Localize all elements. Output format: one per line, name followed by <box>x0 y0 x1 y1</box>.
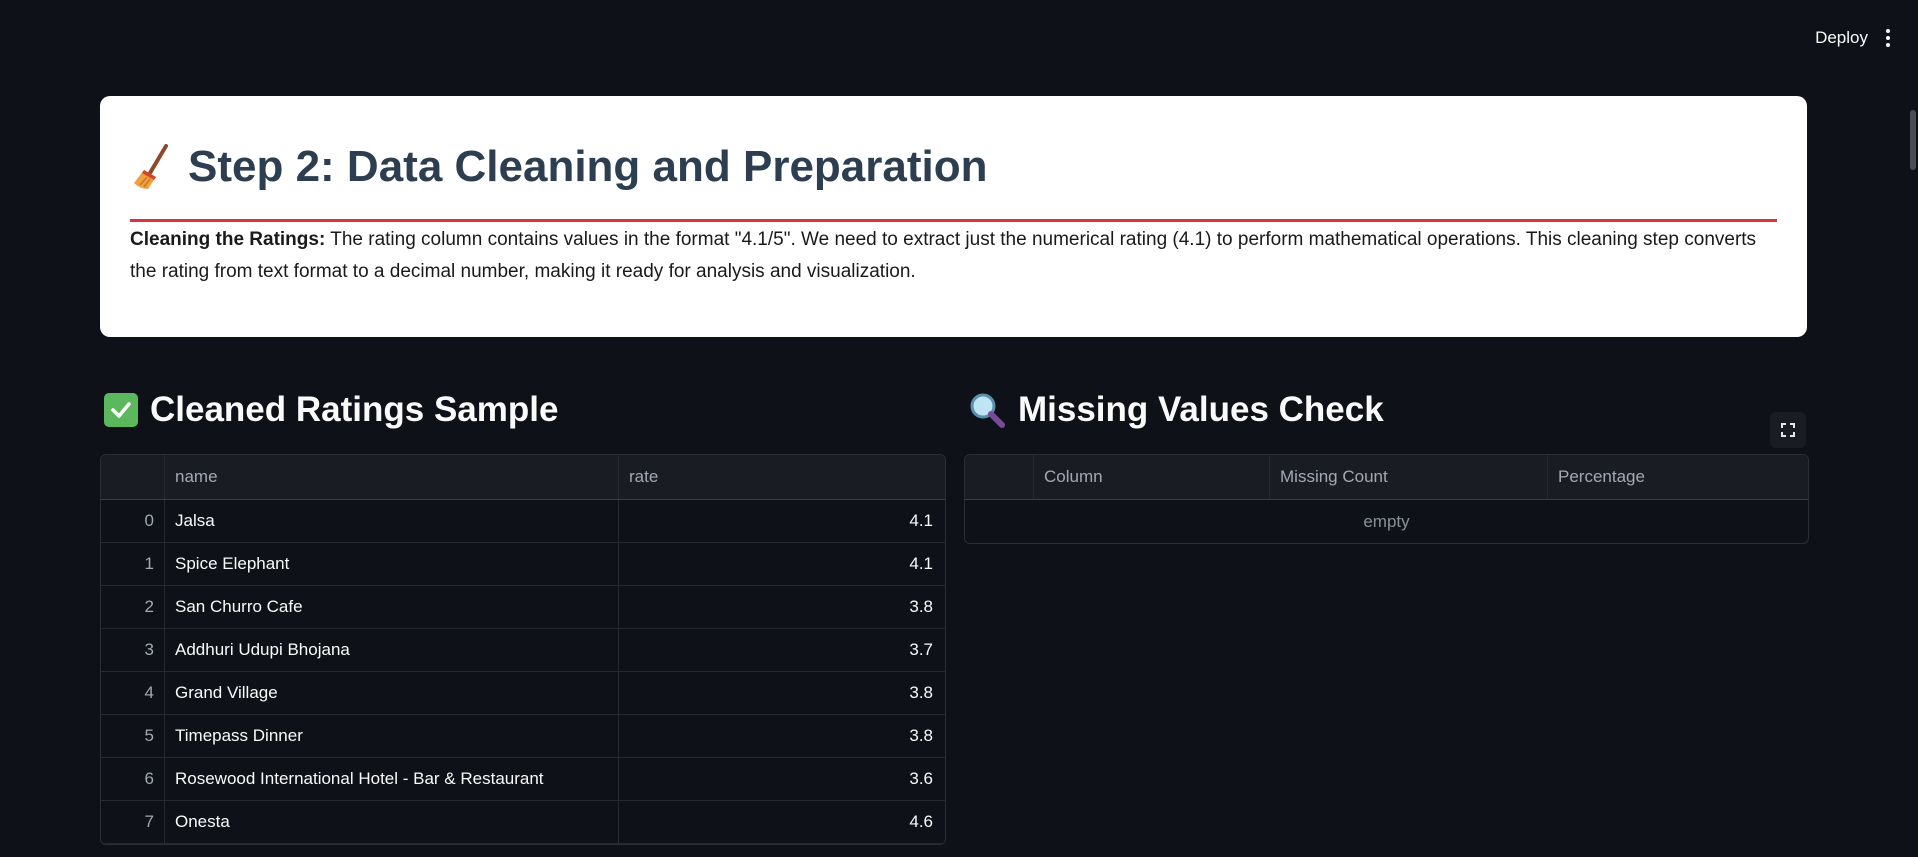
description-bold-label: Cleaning the Ratings: <box>130 229 326 250</box>
more-options-icon[interactable] <box>1880 26 1896 50</box>
empty-table-label: empty <box>1363 511 1410 531</box>
missing-count-header[interactable]: Missing Count <box>1270 455 1548 499</box>
restaurant-name-cell[interactable]: Addhuri Udupi Bhojana <box>165 629 619 671</box>
rate-cell[interactable]: 3.8 <box>619 586 943 628</box>
table-body: 0 Jalsa 4.1 1 Spice Elephant 4.1 2 San Churro C… <box>101 500 945 844</box>
row-index[interactable]: 0 <box>101 500 165 542</box>
percentage-header[interactable]: Percentage <box>1548 455 1806 499</box>
rate-cell[interactable]: 3.8 <box>619 715 943 757</box>
magnifier-icon <box>970 393 1005 428</box>
index-header <box>965 455 1034 499</box>
table-row[interactable]: 2 San Churro Cafe 3.8 <box>101 586 945 629</box>
row-index[interactable]: 2 <box>101 586 165 628</box>
table-row[interactable]: 6 Rosewood International Hotel - Bar & Re… <box>101 758 945 801</box>
page-scrollbar[interactable] <box>1910 110 1916 170</box>
missing-values-title-text: Missing Values Check <box>1018 390 1384 429</box>
restaurant-name-cell[interactable]: Spice Elephant <box>165 543 619 585</box>
column-header[interactable]: Column <box>1034 455 1270 499</box>
title-underline <box>130 219 1777 222</box>
table-header-row: Column Missing Count Percentage <box>965 455 1808 500</box>
table-row[interactable]: 5 Timepass Dinner 3.8 <box>101 715 945 758</box>
rate-cell[interactable]: 4.1 <box>619 500 943 542</box>
page-title: Step 2: Data Cleaning and Preparation <box>130 142 988 192</box>
table-row[interactable]: 1 Spice Elephant 4.1 <box>101 543 945 586</box>
broom-icon <box>134 144 168 189</box>
row-index[interactable]: 1 <box>101 543 165 585</box>
row-index[interactable]: 5 <box>101 715 165 757</box>
index-header <box>101 455 165 499</box>
fullscreen-icon[interactable] <box>1770 412 1806 448</box>
rate-header[interactable]: rate <box>619 455 943 499</box>
step-header-card: Step 2: Data Cleaning and Preparation Cl… <box>100 96 1807 337</box>
top-toolbar: Deploy <box>0 0 1918 76</box>
rate-cell[interactable]: 3.8 <box>619 672 943 714</box>
name-header[interactable]: name <box>165 455 619 499</box>
restaurant-name-cell[interactable]: Jalsa <box>165 500 619 542</box>
restaurant-name-cell[interactable]: San Churro Cafe <box>165 586 619 628</box>
cleaned-ratings-title-text: Cleaned Ratings Sample <box>150 390 559 429</box>
check-mark-icon <box>104 393 138 427</box>
cleaned-ratings-table[interactable]: name rate 0 Jalsa 4.1 1 Spice Elephant 4.1 2 Sa… <box>100 454 946 845</box>
rate-cell[interactable]: 3.6 <box>619 758 943 800</box>
table-row[interactable]: 4 Grand Village 3.8 <box>101 672 945 715</box>
cleaned-ratings-title: Cleaned Ratings Sample <box>104 390 558 430</box>
restaurant-name-cell[interactable]: Grand Village <box>165 672 619 714</box>
restaurant-name-cell[interactable]: Timepass Dinner <box>165 715 619 757</box>
row-index[interactable]: 6 <box>101 758 165 800</box>
missing-values-table[interactable]: Column Missing Count Percentage empty <box>964 454 1809 544</box>
table-header-row: name rate <box>101 455 945 500</box>
cleaning-description: Cleaning the Ratings: The rating column … <box>130 224 1777 288</box>
table-row[interactable]: 7 Onesta 4.6 <box>101 801 945 844</box>
row-index[interactable]: 4 <box>101 672 165 714</box>
page-title-text: Step 2: Data Cleaning and Preparation <box>188 142 988 191</box>
table-row[interactable]: 0 Jalsa 4.1 <box>101 500 945 543</box>
rate-cell[interactable]: 4.1 <box>619 543 943 585</box>
restaurant-name-cell[interactable]: Rosewood International Hotel - Bar & Res… <box>165 758 619 800</box>
deploy-button[interactable]: Deploy <box>1815 24 1868 52</box>
rate-cell[interactable]: 4.6 <box>619 801 943 843</box>
missing-values-title: Missing Values Check <box>968 390 1384 430</box>
row-index[interactable]: 7 <box>101 801 165 843</box>
row-index[interactable]: 3 <box>101 629 165 671</box>
restaurant-name-cell[interactable]: Onesta <box>165 801 619 843</box>
description-text: The rating column contains values in the… <box>130 229 1757 282</box>
rate-cell[interactable]: 3.7 <box>619 629 943 671</box>
table-row[interactable]: 3 Addhuri Udupi Bhojana 3.7 <box>101 629 945 672</box>
